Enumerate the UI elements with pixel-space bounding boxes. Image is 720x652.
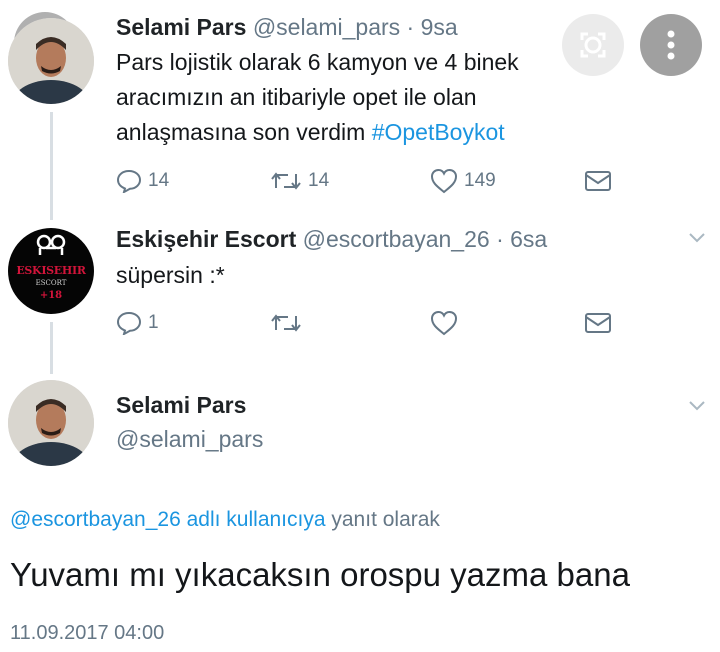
tweet1-actions: 14 14 149 [116, 168, 612, 194]
reply-to-suffix: adlı kullanıcıya [186, 508, 326, 531]
reply-button[interactable]: 1 [116, 311, 270, 335]
reply-count: 1 [148, 312, 159, 333]
profile-photo [8, 18, 94, 104]
like-icon [430, 310, 458, 336]
retweet-icon [271, 172, 301, 190]
tweet1-header: Selami Pars @selami_pars · 9sa [116, 14, 458, 41]
reply-to-label: yanıt olarak [331, 508, 440, 531]
avatar-eskisehir-escort[interactable]: ESKISEHIR ESCORT +18 [8, 228, 94, 314]
tweet1-text: Pars lojistik olarak 6 kamyon ve 4 binek… [116, 45, 519, 150]
tweet1-handle[interactable]: @selami_pars [253, 14, 400, 40]
profile-photo [8, 380, 94, 466]
avatar-logo-icon [36, 234, 66, 255]
tweet2-text-line: süpersin :* [116, 262, 225, 288]
like-button[interactable] [430, 310, 584, 336]
like-button[interactable]: 149 [430, 168, 584, 194]
main-tweet-handle[interactable]: @selami_pars [116, 426, 263, 453]
avatar-selami-pars-2[interactable] [8, 380, 94, 466]
reply-mention-link[interactable]: @escortbayan_26 [10, 508, 181, 531]
tweet2-author-name[interactable]: Eskişehir Escort [116, 226, 296, 252]
avatar-text-top: ESKISEHIR [16, 264, 86, 277]
reply-icon [116, 311, 142, 335]
retweet-count: 14 [308, 170, 330, 191]
thread-line-bottom [50, 322, 53, 374]
tweet1-text-line2: aracımızın an itibariyle opet ile olan [116, 84, 477, 110]
reply-to-context: @escortbayan_26 adlı kullanıcıya yanıt o… [10, 508, 440, 532]
tweet1-time[interactable]: 9sa [421, 14, 458, 40]
tweet2-text: süpersin :* [116, 258, 225, 293]
more-options-button[interactable] [640, 14, 702, 76]
direct-message-icon [585, 313, 611, 333]
like-count: 149 [464, 170, 496, 191]
direct-message-icon [585, 171, 611, 191]
thread-line-top [50, 112, 53, 220]
like-icon [430, 168, 458, 194]
lens-icon [580, 32, 606, 58]
tweet1-author-name[interactable]: Selami Pars [116, 14, 246, 40]
tweet2-time[interactable]: 6sa [510, 226, 547, 252]
avatar-text-bottom: +18 [39, 290, 63, 301]
tweet1-text-line3: anlaşmasına son verdim #OpetBoykot [116, 119, 505, 145]
main-tweet-text: Yuvamı mı yıkacaksın orospu yazma bana [10, 556, 630, 593]
direct-message-button[interactable] [584, 312, 612, 334]
lens-button[interactable] [562, 14, 624, 76]
reply-icon [116, 169, 142, 193]
tweet2-header: Eskişehir Escort @escortbayan_26 · 6sa [116, 226, 547, 253]
chevron-down-icon[interactable] [688, 232, 706, 244]
reply-count: 14 [148, 170, 170, 191]
avatar-text-mid: ESCORT [35, 279, 67, 287]
tweet2-handle[interactable]: @escortbayan_26 [303, 226, 490, 252]
tweet1-text-line1: Pars lojistik olarak 6 kamyon ve 4 binek [116, 49, 519, 75]
avatar-selami-pars-1[interactable] [8, 18, 94, 104]
main-tweet-author-name[interactable]: Selami Pars [116, 392, 246, 419]
tweet2-actions: 1 [116, 310, 612, 336]
direct-message-button[interactable] [584, 170, 612, 192]
retweet-button[interactable]: 14 [270, 170, 430, 192]
tweet1-separator: · [400, 14, 421, 40]
hashtag-link[interactable]: #OpetBoykot [372, 119, 505, 145]
retweet-icon [271, 314, 301, 332]
main-tweet-timestamp[interactable]: 11.09.2017 04:00 [10, 622, 164, 645]
more-options-icon [667, 30, 675, 60]
reply-button[interactable]: 14 [116, 169, 270, 193]
chevron-down-icon[interactable] [688, 400, 706, 412]
tweet2-separator: · [489, 226, 511, 252]
retweet-button[interactable] [270, 312, 430, 334]
